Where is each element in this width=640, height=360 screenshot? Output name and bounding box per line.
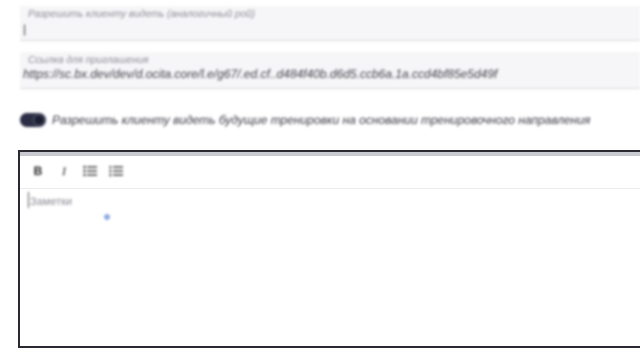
invite-link-input[interactable]: https://sc.bx.dev/dev/d.ocita.core/l.e/g…	[23, 67, 497, 81]
italic-button[interactable]: I	[56, 162, 72, 180]
invite-link-label: Ссылка для приглашения	[28, 55, 149, 66]
future-trainings-toggle-label: Разрешить клиенту видеть будущие трениро…	[52, 113, 591, 127]
editor-toolbar: B I	[30, 160, 124, 182]
future-trainings-toggle-row: Разрешить клиенту видеть будущие трениро…	[20, 110, 640, 132]
visibility-field-label: Разрешить клиенту видеть (аналогичный ро…	[28, 9, 255, 20]
future-trainings-toggle[interactable]	[20, 113, 46, 127]
invite-link-field[interactable]: Ссылка для приглашения https://sc.bx.dev…	[20, 52, 640, 89]
visibility-field[interactable]: Разрешить клиенту видеть (аналогичный ро…	[20, 6, 640, 41]
mouse-cursor-indicator	[104, 214, 110, 220]
notes-textarea[interactable]: Заметки	[28, 192, 636, 340]
notes-placeholder: Заметки	[28, 192, 73, 208]
ordered-list-icon[interactable]	[108, 162, 124, 180]
bullet-list-icon[interactable]	[82, 162, 98, 180]
visibility-field-input[interactable]: |	[23, 22, 26, 36]
notes-editor: B I Заметки	[18, 150, 640, 348]
bold-button[interactable]: B	[30, 162, 46, 180]
toolbar-divider	[20, 188, 640, 189]
